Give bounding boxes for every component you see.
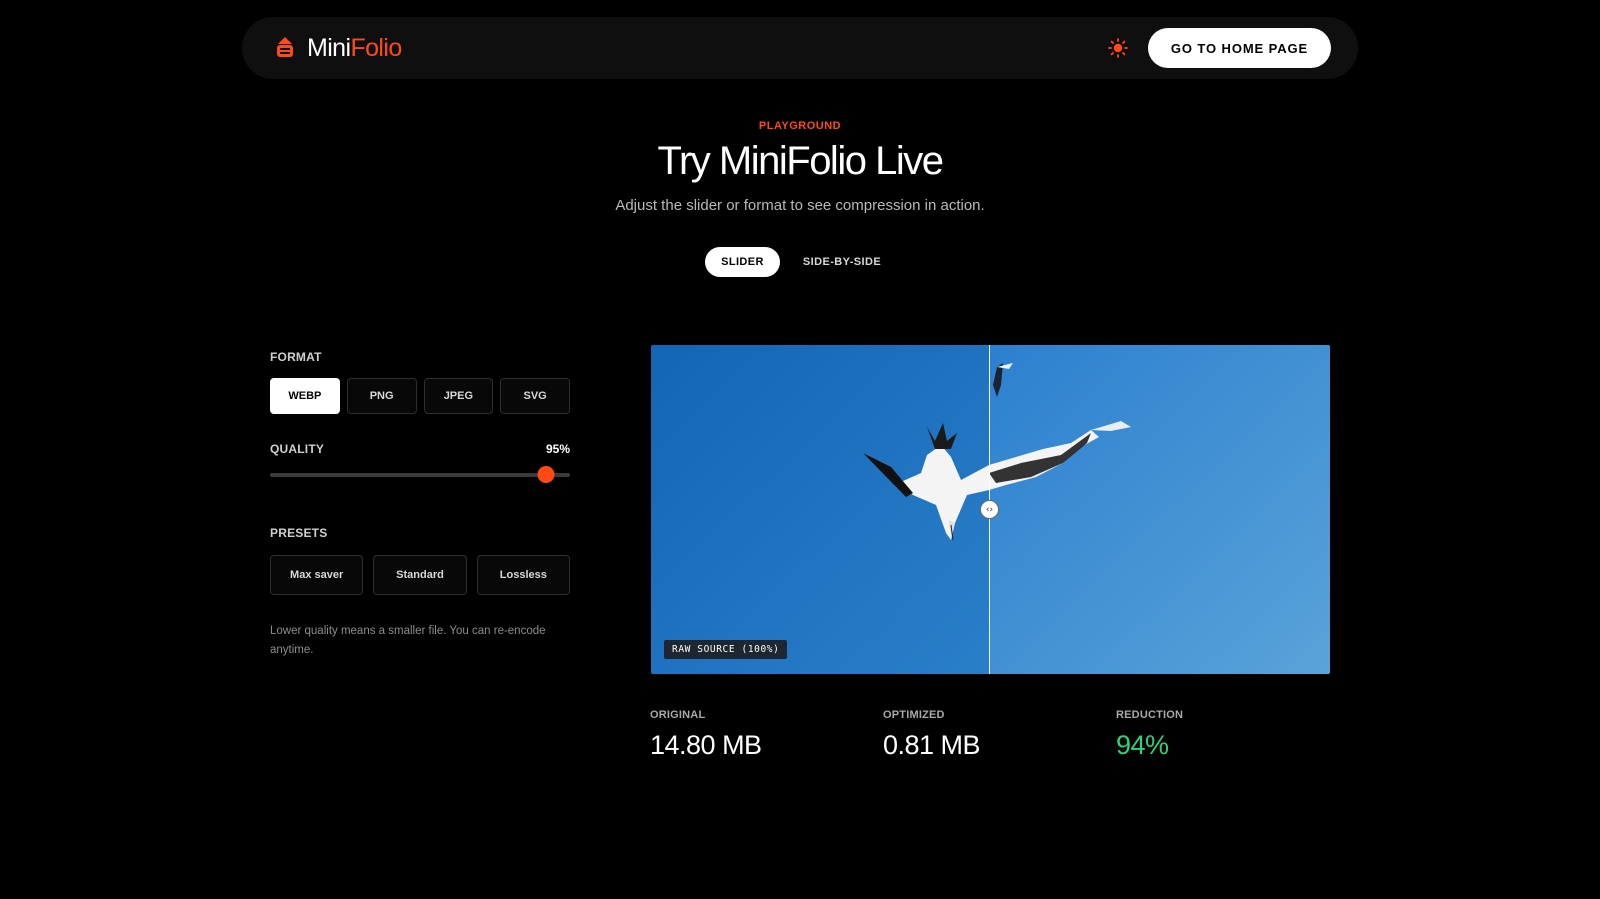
page-title: Try MiniFolio Live	[657, 139, 944, 183]
logo-wordmark: MiniFolio	[307, 34, 402, 62]
quality-slider-thumb[interactable]	[537, 466, 555, 483]
compression-stats: ORIGINAL 14.80 MB OPTIMIZED 0.81 MB REDU…	[650, 709, 1330, 769]
tab-slider[interactable]: SLIDER	[705, 247, 780, 277]
page-subtitle: Adjust the slider or format to see compr…	[615, 197, 985, 214]
format-option-svg[interactable]: SVG	[500, 378, 570, 414]
view-mode-toggle: SLIDER SIDE-BY-SIDE	[705, 247, 896, 277]
quality-value: 95%	[545, 442, 570, 456]
preset-standard-button[interactable]: Standard	[373, 555, 467, 595]
format-option-webp[interactable]: WEBP	[270, 378, 340, 414]
sun-icon	[1108, 38, 1128, 58]
quality-hint: Lower quality means a smaller file. You …	[270, 625, 546, 656]
tab-side-by-side[interactable]: SIDE-BY-SIDE	[788, 247, 896, 277]
quality-label: QUALITY	[270, 442, 325, 456]
logo[interactable]: MiniFolio	[274, 34, 402, 62]
stat-reduction: REDUCTION 94%	[1116, 709, 1183, 761]
stat-optimized-value: 0.81 MB	[883, 730, 981, 760]
stat-reduction-value: 94%	[1116, 730, 1169, 760]
quality-slider[interactable]	[270, 465, 570, 485]
compression-controls: FORMAT WEBP PNG JPEG SVG QUALITY 95% PRE…	[270, 350, 570, 660]
presets-label: PRESETS	[270, 526, 328, 540]
quality-header: QUALITY 95%	[270, 442, 570, 456]
preset-max-saver-button[interactable]: Max saver	[270, 555, 364, 595]
format-option-png[interactable]: PNG	[346, 378, 417, 414]
logo-icon	[274, 35, 296, 61]
stat-reduction-label: REDUCTION	[1116, 709, 1184, 721]
theme-toggle-button[interactable]	[1107, 37, 1129, 59]
quality-slider-track[interactable]	[270, 473, 570, 477]
stat-optimized-label: OPTIMIZED	[883, 709, 945, 721]
top-navigation: MiniFolio GO TO HOME PAGE	[242, 17, 1358, 79]
raw-source-badge: RAW SOURCE (100%)	[664, 640, 788, 659]
format-options: WEBP PNG JPEG SVG	[270, 378, 570, 414]
preset-lossless-button[interactable]: Lossless	[476, 555, 570, 595]
format-label: FORMAT	[270, 350, 322, 364]
stat-original: ORIGINAL 14.80 MB	[650, 709, 762, 761]
image-compare-viewer[interactable]: ‹› RAW SOURCE (100%)	[651, 345, 1330, 674]
stat-optimized: OPTIMIZED 0.81 MB	[883, 709, 981, 761]
split-handle-icon[interactable]: ‹›	[980, 500, 999, 519]
stat-original-label: ORIGINAL	[650, 709, 706, 721]
logo-text-mini: Mini	[307, 34, 351, 62]
stat-original-value: 14.80 MB	[650, 730, 762, 760]
preset-options: Max saver Standard Lossless	[270, 555, 570, 595]
section-eyebrow: PLAYGROUND	[758, 120, 842, 132]
logo-text-folio: Folio	[350, 34, 402, 62]
go-to-home-button[interactable]: GO TO HOME PAGE	[1148, 28, 1331, 68]
format-option-jpeg[interactable]: JPEG	[423, 378, 494, 414]
